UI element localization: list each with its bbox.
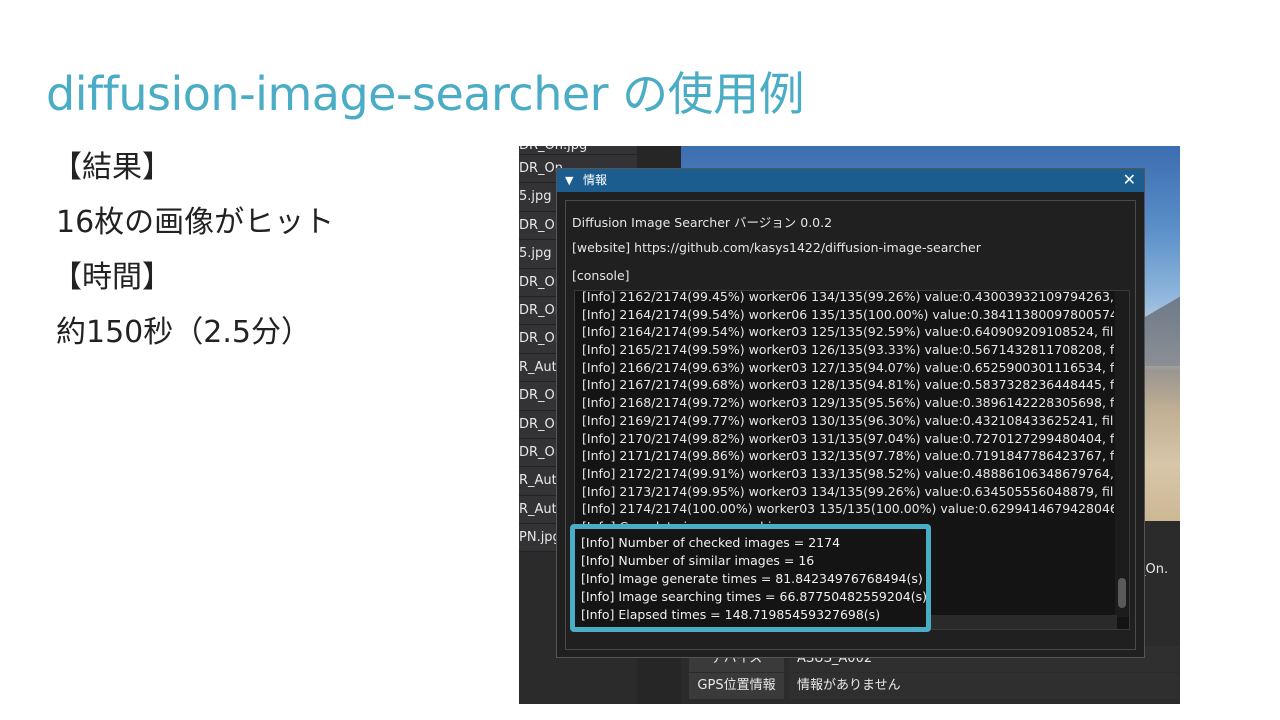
bullet-time-heading: 【時間】 [52, 260, 172, 295]
log-line: [Info] 2169/2174(99.77%) worker03 130/13… [582, 412, 1114, 428]
log-line: [Info] 2167/2174(99.68%) worker03 128/13… [582, 377, 1114, 393]
summary-line: [Info] Number of checked images = 2174 [581, 535, 841, 550]
triangle-down-icon[interactable]: ▼ [565, 169, 573, 192]
log-line: [Info] 2165/2174(99.59%) worker03 126/13… [582, 342, 1114, 358]
summary-line: [Info] Number of similar images = 16 [581, 553, 815, 568]
log-line: [Info] 2166/2174(99.63%) worker03 127/13… [582, 359, 1114, 375]
scrollbar-thumb[interactable] [1118, 578, 1126, 608]
bullet-result-text: 16枚の画像がヒット [56, 205, 335, 240]
website-text: [website] https://github.com/kasys1422/d… [572, 240, 981, 255]
meta-row-gps: GPS位置情報 情報がありません [689, 673, 1180, 701]
summary-line: [Info] Image generate times = 81.8423497… [581, 571, 923, 586]
log-line: [Info] 2170/2174(99.82%) worker03 131/13… [582, 430, 1114, 446]
log-line: [Info] 2168/2174(99.72%) worker03 129/13… [582, 395, 1114, 411]
bullet-result-heading: 【結果】 [52, 150, 172, 185]
file-list-item[interactable]: DR_On.jpg [519, 146, 637, 155]
close-icon[interactable]: ✕ [1123, 168, 1136, 191]
log-line: [Info] 2162/2174(99.45%) worker06 134/13… [582, 290, 1114, 304]
version-text: Diffusion Image Searcher バージョン 0.0.2 [572, 215, 833, 230]
console-label: [console] [572, 268, 630, 283]
meta-value: 情報がありません [789, 673, 1180, 699]
vertical-scrollbar[interactable] [1115, 291, 1129, 617]
log-line: [Info] 2171/2174(99.86%) worker03 132/13… [582, 448, 1114, 464]
slide-title: diffusion-image-searcher の使用例 [46, 67, 805, 121]
dialog-header[interactable]: ▼ 情報 ✕ [557, 169, 1144, 192]
log-line: [Info] 2174/2174(100.00%) worker03 135/1… [582, 501, 1114, 517]
log-line: [Info] 2172/2174(99.91%) worker03 133/13… [582, 465, 1114, 481]
log-line: [Info] 2164/2174(99.54%) worker06 135/13… [582, 306, 1114, 322]
meta-key: GPS位置情報 [689, 673, 784, 699]
bullet-time-text: 約150秒（2.5分） [56, 315, 311, 350]
slide-bullets: 【結果】 16枚の画像がヒット 【時間】 約150秒（2.5分） [52, 144, 334, 364]
summary-line: [Info] Elapsed times = 148.7198545932769… [581, 607, 881, 622]
log-line: [Info] 2164/2174(99.54%) worker03 125/13… [582, 324, 1114, 340]
summary-highlight-box: [Info] Number of checked images = 2174 [… [570, 524, 931, 632]
log-lines: [Info] 2162/2174(99.45%) worker06 134/13… [582, 290, 1114, 536]
summary-line: [Info] Image searching times = 66.877504… [581, 589, 927, 604]
log-line: [Info] 2173/2174(99.95%) worker03 134/13… [582, 483, 1114, 499]
dialog-title: 情報 [583, 173, 608, 187]
